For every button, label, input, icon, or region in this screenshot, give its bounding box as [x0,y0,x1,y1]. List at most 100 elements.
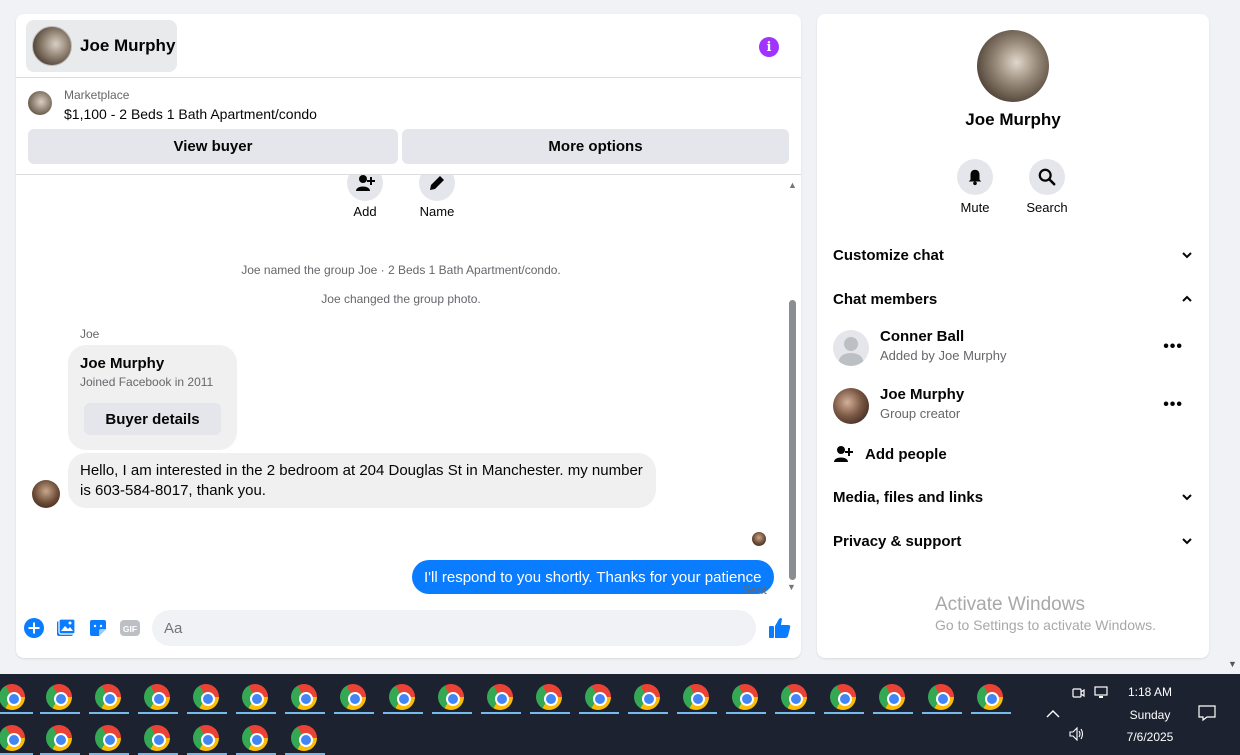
chrome-taskbar-icon[interactable] [487,684,513,710]
privacy-support-section[interactable]: Privacy & support [833,523,1193,559]
group-photo[interactable] [977,30,1049,102]
message-list: Add Name Joe named the group Joe · 2 Bed… [16,175,801,595]
page-scroll-down-arrow[interactable]: ▼ [1228,659,1237,669]
clock-date[interactable]: 7/6/2025 [1115,730,1185,744]
sticker-button[interactable] [88,618,108,638]
system-message: Joe named the group Joe · 2 Beds 1 Bath … [241,263,561,277]
more-actions-button[interactable] [24,618,44,638]
chrome-taskbar-icon[interactable] [242,725,268,751]
gif-icon: GIF [120,620,140,636]
chrome-taskbar-icon[interactable] [0,684,25,710]
chrome-taskbar-icon[interactable] [291,725,317,751]
system-message: Joe changed the group photo. [321,292,481,306]
add-member-button[interactable] [347,175,383,201]
chrome-taskbar-icon[interactable] [683,684,709,710]
gif-button[interactable]: GIF [120,618,140,638]
chat-title: Joe Murphy [80,36,176,55]
chrome-taskbar-icon[interactable] [46,725,72,751]
taskbar-running-indicator [40,712,80,714]
taskbar-running-indicator [481,712,521,714]
mute-button[interactable] [957,159,993,195]
member-row[interactable]: Joe Murphy Group creator ••• [833,384,1193,428]
chrome-taskbar-icon[interactable] [977,684,1003,710]
scroll-down-arrow[interactable]: ▼ [787,582,796,592]
member-options-icon[interactable]: ••• [1163,396,1183,414]
plus-circle-icon [24,618,44,638]
pencil-icon [430,176,444,190]
buyer-profile-card: Joe Murphy Joined Facebook in 2011 Buyer… [68,345,237,450]
chrome-taskbar-icon[interactable] [781,684,807,710]
chrome-taskbar-icon[interactable] [732,684,758,710]
photo-icon [57,618,76,636]
chrome-taskbar-icon[interactable] [193,725,219,751]
customize-chat-label: Customize chat [833,246,944,264]
customize-chat-section[interactable]: Customize chat [833,237,1193,273]
sender-label: Joe [80,327,100,341]
chat-title-button[interactable]: Joe Murphy [26,20,177,72]
chevron-down-icon [1182,252,1192,259]
taskbar-running-indicator [334,712,374,714]
chrome-taskbar-icon[interactable] [340,684,366,710]
chrome-taskbar-icon[interactable] [193,684,219,710]
add-person-icon [356,175,375,191]
notifications-icon[interactable] [1198,704,1216,725]
sender-avatar[interactable] [32,480,60,508]
taskbar-running-indicator [187,712,227,714]
taskbar-running-indicator [922,712,962,714]
taskbar-running-indicator [236,712,276,714]
listing-source: Marketplace [64,88,130,102]
chrome-taskbar-icon[interactable] [291,684,317,710]
chrome-taskbar-icon[interactable] [95,725,121,751]
chrome-taskbar-icon[interactable] [144,684,170,710]
clock-time[interactable]: 1:18 AM [1115,685,1185,699]
show-hidden-icons-chevron-icon[interactable] [1046,708,1060,722]
scrollbar-thumb[interactable] [789,300,796,580]
chrome-taskbar-icon[interactable] [879,684,905,710]
add-person-icon [834,446,853,462]
search-button[interactable] [1029,159,1065,195]
chrome-taskbar-icon[interactable] [634,684,660,710]
volume-icon[interactable] [1069,726,1085,744]
taskbar: 1:18 AM Sunday 7/6/2025 [0,674,1240,755]
chat-members-section[interactable]: Chat members [833,281,1193,317]
chrome-taskbar-icon[interactable] [242,684,268,710]
name-label: Name [419,204,455,219]
chrome-taskbar-icon[interactable] [928,684,954,710]
network-icon[interactable] [1094,686,1110,703]
chrome-taskbar-icon[interactable] [830,684,856,710]
taskbar-running-indicator [432,712,472,714]
attach-photo-button[interactable] [56,618,76,638]
activation-watermark-subtitle: Go to Settings to activate Windows. [935,617,1156,633]
member-options-icon[interactable]: ••• [1163,338,1183,356]
name-group-button[interactable] [419,175,455,201]
message-input[interactable] [152,610,712,646]
search-label: Search [1026,200,1068,215]
scroll-up-arrow[interactable]: ▲ [788,180,797,190]
buyer-details-button[interactable]: Buyer details [84,403,221,435]
bell-icon [968,169,982,186]
member-row[interactable]: Conner Ball Added by Joe Murphy ••• [833,326,1193,370]
listing-title[interactable]: $1,100 - 2 Beds 1 Bath Apartment/condo [64,106,317,122]
chrome-taskbar-icon[interactable] [536,684,562,710]
chrome-taskbar-icon[interactable] [389,684,415,710]
chrome-taskbar-icon[interactable] [46,684,72,710]
clock-day[interactable]: Sunday [1115,708,1185,722]
member-name: Joe Murphy [880,386,965,403]
chrome-taskbar-icon[interactable] [438,684,464,710]
chrome-taskbar-icon[interactable] [95,684,121,710]
chrome-taskbar-icon[interactable] [585,684,611,710]
info-icon[interactable]: i [759,37,779,57]
more-options-button[interactable]: More options [402,129,789,164]
view-buyer-button[interactable]: View buyer [28,129,398,164]
chevron-down-icon [1182,494,1192,501]
media-files-section[interactable]: Media, files and links [833,479,1193,515]
like-button[interactable] [768,616,792,640]
chevron-down-icon [1182,538,1192,545]
meet-now-icon[interactable] [1071,686,1085,703]
chrome-taskbar-icon[interactable] [144,725,170,751]
taskbar-running-indicator [775,712,815,714]
add-people-button[interactable]: Add people [833,442,947,466]
search-icon [1038,168,1056,186]
chat-panel: Joe Murphy i Marketplace $1,100 - 2 Beds… [16,14,801,658]
chrome-taskbar-icon[interactable] [0,725,25,751]
